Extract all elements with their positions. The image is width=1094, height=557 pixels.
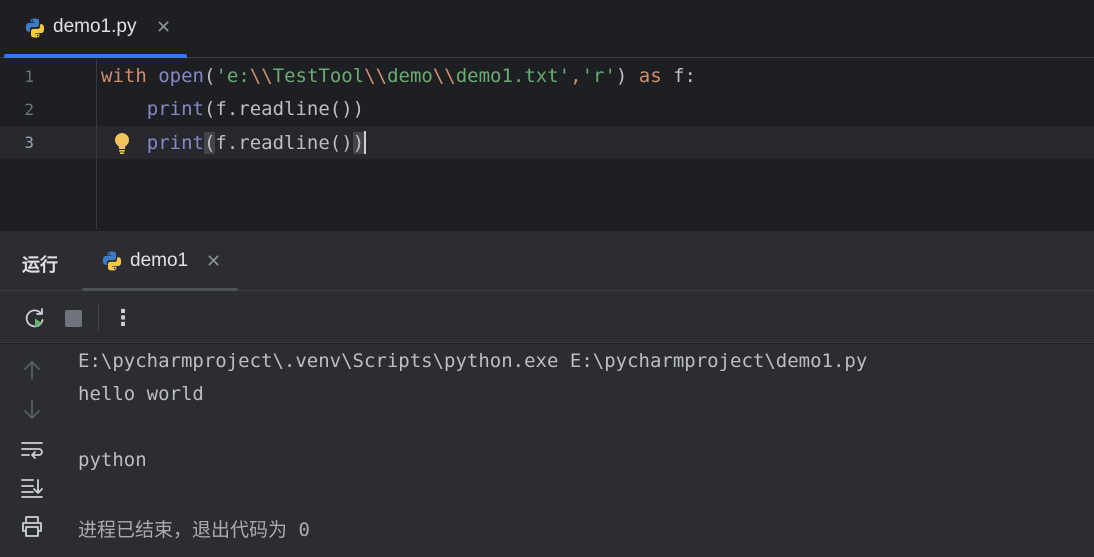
scroll-to-end-icon bbox=[21, 479, 43, 498]
toolbar-separator bbox=[98, 303, 99, 331]
code-token: ( bbox=[203, 65, 216, 87]
scroll-down-button[interactable] bbox=[20, 398, 44, 422]
gutter-divider bbox=[96, 59, 97, 230]
code-token: print bbox=[146, 98, 204, 120]
rerun-icon bbox=[25, 308, 44, 328]
console-line: E:\pycharmproject\.venv\Scripts\python.e… bbox=[78, 350, 868, 372]
tab-demo1-py[interactable]: demo1.py ✕ bbox=[4, 0, 187, 58]
line-number: 2 bbox=[24, 100, 34, 119]
console-line: python bbox=[78, 449, 147, 471]
code-token: as bbox=[638, 65, 662, 87]
run-tab-label: demo1 bbox=[130, 250, 189, 271]
python-run-config-icon bbox=[101, 250, 123, 276]
code-token: f.readline() bbox=[215, 132, 353, 154]
stop-button[interactable] bbox=[60, 305, 86, 331]
code-token: demo bbox=[387, 65, 433, 87]
console-output[interactable]: E:\pycharmproject\.venv\Scripts\python.e… bbox=[62, 344, 1094, 557]
text-caret bbox=[364, 131, 367, 154]
code-token: \\ bbox=[364, 65, 388, 87]
code-text[interactable]: with open('e:\\TestTool\\demo\\demo1.txt… bbox=[101, 65, 696, 87]
code-token: with bbox=[101, 65, 147, 87]
rerun-button[interactable] bbox=[22, 305, 48, 331]
editor-tab-bar: demo1.py ✕ bbox=[0, 0, 1094, 58]
soft-wrap-button[interactable] bbox=[20, 438, 44, 462]
printer-icon bbox=[22, 516, 42, 537]
line-number: 3 bbox=[24, 133, 34, 152]
run-toolbar: ⋮ bbox=[0, 291, 1094, 343]
soft-wrap-icon bbox=[21, 442, 43, 459]
code-token: \\ bbox=[249, 65, 273, 87]
code-text[interactable]: print(f.readline()) bbox=[101, 98, 364, 120]
line-number: 1 bbox=[24, 67, 34, 86]
scroll-to-end-button[interactable] bbox=[20, 476, 44, 500]
console-line: hello world bbox=[78, 383, 204, 405]
code-token: TestTool bbox=[272, 65, 365, 87]
code-token: , bbox=[570, 65, 582, 87]
close-tab-icon[interactable]: ✕ bbox=[156, 17, 171, 38]
code-editor[interactable]: 1 with open('e:\\TestTool\\demo\\demo1.t… bbox=[0, 59, 1094, 230]
active-tab-indicator bbox=[4, 54, 187, 58]
close-run-tab-icon[interactable]: ✕ bbox=[206, 251, 221, 272]
code-line-1[interactable]: 1 with open('e:\\TestTool\\demo\\demo1.t… bbox=[0, 60, 1094, 93]
code-token: 'e: bbox=[215, 65, 250, 87]
arrow-up-icon bbox=[24, 361, 40, 380]
stop-icon bbox=[64, 309, 82, 327]
code-token: open bbox=[158, 65, 204, 87]
console-exit-line: 进程已结束，退出代码为 0 bbox=[78, 519, 310, 541]
print-button[interactable] bbox=[20, 514, 44, 538]
code-token: print bbox=[146, 132, 204, 154]
code-token: ) bbox=[615, 65, 639, 87]
run-panel-title: 运行 bbox=[22, 255, 58, 276]
console-side-toolbar bbox=[0, 344, 62, 557]
python-file-icon bbox=[24, 17, 46, 43]
code-token: f: bbox=[661, 65, 696, 87]
code-text[interactable]: print(f.readline()) bbox=[101, 131, 367, 154]
arrow-down-icon bbox=[24, 400, 40, 419]
run-tab-demo1[interactable]: demo1 ✕ bbox=[82, 231, 238, 292]
code-token: demo1.txt' bbox=[455, 65, 571, 87]
code-token: 'r' bbox=[581, 65, 616, 87]
code-token: \\ bbox=[432, 65, 456, 87]
tab-label: demo1.py bbox=[53, 16, 137, 37]
code-token: ) bbox=[352, 132, 365, 154]
code-token: (f.readline()) bbox=[203, 98, 365, 120]
run-tool-window-header: 运行 demo1 ✕ bbox=[0, 230, 1094, 292]
code-line-3[interactable]: 3 print(f.readline()) bbox=[0, 126, 1094, 159]
more-options-button[interactable]: ⋮ bbox=[110, 305, 136, 331]
scroll-up-button[interactable] bbox=[20, 358, 44, 382]
code-token: ( bbox=[203, 132, 216, 154]
code-line-2[interactable]: 2 print(f.readline()) bbox=[0, 93, 1094, 126]
